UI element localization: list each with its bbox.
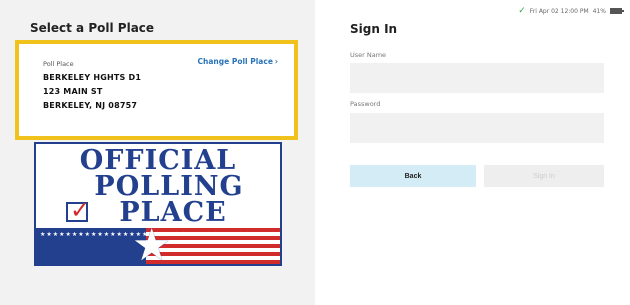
back-button[interactable]: Back: [350, 165, 476, 187]
stars-icon: ★★★★★★★★★★★★★★★★★★★★★★★★★★★★★★★★★★★★★★★★…: [40, 231, 280, 238]
password-label: Password: [350, 100, 381, 108]
poll-place-heading: Select a Poll Place: [30, 21, 155, 35]
poll-place-name: BERKELEY HGHTS D1: [43, 73, 142, 82]
poll-place-card[interactable]: Poll Place Change Poll Place › BERKELEY H…: [15, 40, 298, 140]
poll-place-label: Poll Place: [43, 60, 74, 68]
status-bar: ✓ Fri Apr 02 12:00 PM 41%: [518, 6, 624, 16]
big-star-icon: ★: [132, 220, 172, 266]
change-poll-place-text: Change Poll Place: [197, 57, 273, 66]
battery-icon: [610, 8, 624, 14]
chevron-right-icon: ›: [274, 57, 278, 66]
battery-percent: 41%: [592, 7, 606, 15]
change-poll-place-link[interactable]: Change Poll Place ›: [198, 57, 278, 66]
sign-line-official: OFFICIAL: [79, 145, 237, 176]
poll-place-panel: Select a Poll Place Poll Place Change Po…: [0, 0, 315, 305]
username-label: User Name: [350, 51, 387, 59]
poll-place-city: BERKELEY, NJ 08757: [43, 101, 138, 110]
flag-graphic: ★★★★★★★★★★★★★★★★★★★★★★★★★★★★★★★★★★★★★★★★…: [36, 224, 280, 264]
username-input[interactable]: [350, 63, 604, 93]
password-input[interactable]: [350, 113, 604, 143]
app-screen: Select a Poll Place Poll Place Change Po…: [0, 0, 630, 305]
sign-in-heading: Sign In: [350, 22, 398, 36]
poll-place-street: 123 MAIN ST: [43, 87, 103, 96]
official-polling-place-sign: OFFICIAL POLLING ✓ PLACE ★★★★★★★★★★★★★★★…: [34, 142, 282, 266]
status-datetime: Fri Apr 02 12:00 PM: [529, 7, 589, 15]
flag-star-field: ★★★★★★★★★★★★★★★★★★★★★★★★★★★★★★★★★★★★★★★★…: [36, 228, 280, 264]
sign-in-button[interactable]: Sign In: [484, 165, 604, 187]
connected-check-icon: ✓: [518, 6, 526, 16]
